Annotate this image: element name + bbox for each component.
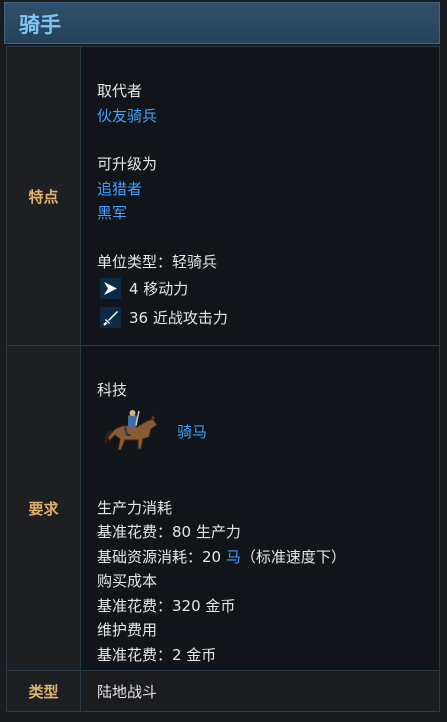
unit-info-table: 特点 取代者 伙友骑兵 可升级为 追猎者 黑军 单位类型：轻骑兵 4 移动力 3…	[6, 46, 440, 712]
features-content: 取代者 伙友骑兵 可升级为 追猎者 黑军 单位类型：轻骑兵 4 移动力 36 近…	[80, 46, 440, 346]
maintenance-base: 基准花费：2 金币	[97, 645, 217, 664]
resource-link[interactable]: 马	[226, 548, 241, 566]
purchase-label: 购买成本	[97, 572, 158, 590]
tech-item[interactable]: 骑马	[97, 406, 439, 458]
type-value: 陆地战斗	[80, 670, 440, 712]
horseman-icon	[103, 409, 161, 455]
movement-value: 4 移动力	[129, 280, 189, 298]
sword-icon	[100, 307, 121, 328]
replaces-link[interactable]: 伙友骑兵	[97, 104, 439, 129]
upgrade-link-stalker[interactable]: 追猎者	[97, 177, 439, 202]
requirements-label: 要求	[6, 345, 81, 671]
requirements-content: 科技 骑马 生产力消耗 基准花费：80 生产力 基础资源消耗：20 马（标准速度…	[80, 345, 440, 671]
movement-stat: 4 移动力	[97, 274, 439, 303]
resource-line: 基础资源消耗：20 马（标准速度下）	[97, 545, 439, 570]
type-row: 类型 陆地战斗	[6, 670, 440, 712]
melee-value: 36 近战攻击力	[129, 309, 228, 327]
unit-header: 骑手	[4, 2, 440, 44]
purchase-base: 基准花费：320 金币	[97, 596, 236, 615]
replaces-label: 取代者	[97, 82, 143, 100]
unit-title: 骑手	[19, 13, 61, 37]
type-label: 类型	[6, 670, 81, 712]
production-base: 基准花费：80 生产力	[97, 523, 241, 541]
upgrade-link-black-army[interactable]: 黑军	[97, 201, 439, 226]
melee-stat: 36 近战攻击力	[97, 303, 439, 332]
tech-label: 科技	[97, 381, 128, 399]
features-row: 特点 取代者 伙友骑兵 可升级为 追猎者 黑军 单位类型：轻骑兵 4 移动力 3…	[6, 46, 440, 346]
upgrades-label: 可升级为	[97, 155, 158, 173]
resource-suffix: （标准速度下）	[240, 547, 346, 566]
resource-prefix: 基础资源消耗：20	[97, 547, 226, 566]
requirements-row: 要求 科技 骑马 生产力消耗 基准花费：80 生产力 基础资源消耗：20 马（标…	[6, 345, 440, 671]
unit-type-text: 单位类型：轻骑兵	[97, 252, 218, 271]
unit-info-panel: 骑手 特点 取代者 伙友骑兵 可升级为 追猎者 黑军 单位类型：轻骑兵 4 移动…	[0, 0, 447, 722]
production-label: 生产力消耗	[97, 498, 173, 517]
tech-link[interactable]: 骑马	[177, 421, 207, 442]
maintenance-label: 维护费用	[97, 621, 158, 639]
features-label: 特点	[6, 46, 81, 346]
movement-arrow-icon	[100, 278, 121, 299]
